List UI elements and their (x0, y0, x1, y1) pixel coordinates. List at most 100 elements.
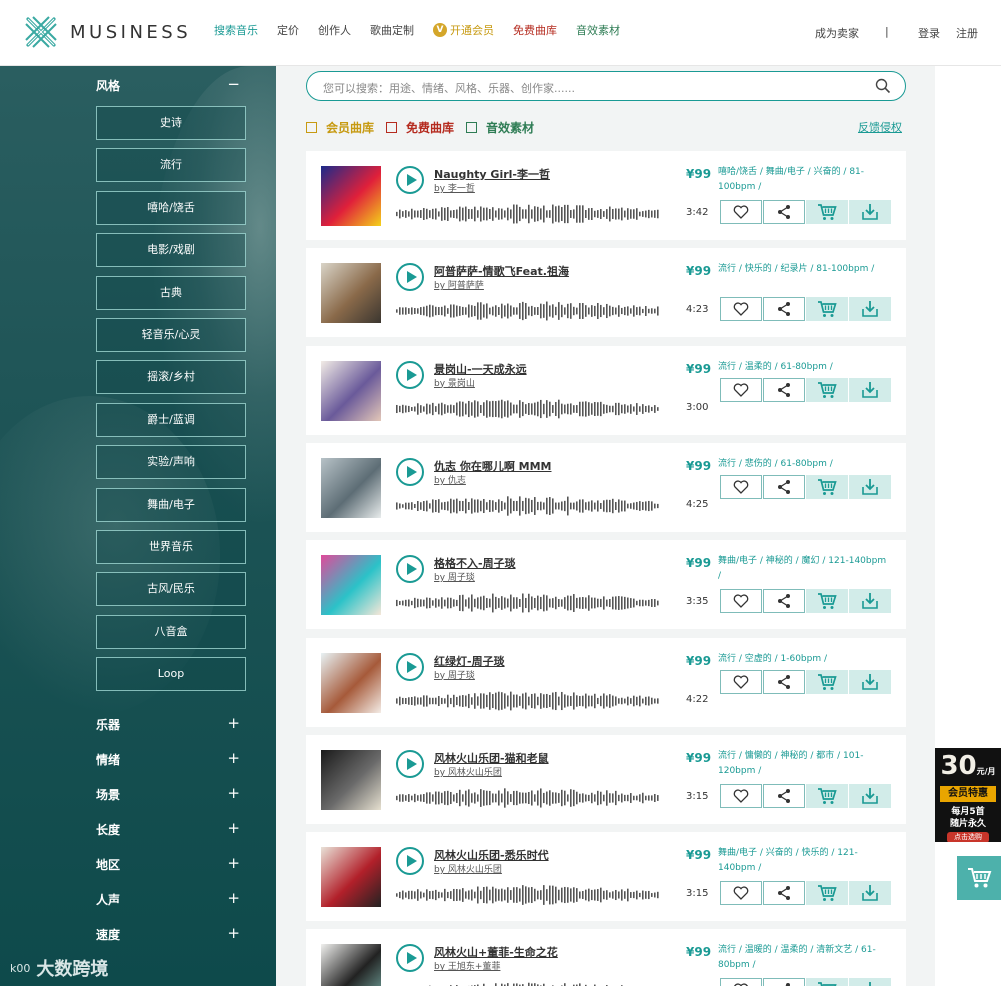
waveform[interactable] (396, 592, 661, 614)
share-button[interactable] (763, 978, 805, 986)
album-cover[interactable] (321, 944, 381, 986)
waveform[interactable] (396, 495, 661, 517)
favorite-button[interactable] (720, 978, 762, 986)
play-button-icon[interactable] (396, 944, 424, 973)
expand-icon[interactable]: + (227, 749, 240, 767)
favorite-button[interactable] (720, 589, 762, 614)
report-infringement-link[interactable]: 反馈侵权 (858, 119, 902, 135)
album-cover[interactable] (321, 652, 381, 713)
waveform[interactable] (396, 398, 661, 420)
album-cover[interactable] (321, 166, 381, 226)
track-card[interactable]: 仇志 你在哪儿啊 MMM by 仇志 4:25 ¥99 流行 / 悲伤的 / 61-80… (306, 442, 906, 532)
style-option-button[interactable]: 古典 (96, 275, 246, 310)
play-button-icon[interactable] (396, 360, 424, 389)
share-button[interactable] (763, 589, 805, 614)
play-button-icon[interactable] (396, 555, 424, 584)
share-button[interactable] (763, 200, 805, 224)
category-header[interactable]: 人声 + (96, 889, 246, 908)
category-header[interactable]: 长度 + (96, 819, 246, 838)
checkbox-icon[interactable] (466, 122, 478, 133)
add-to-cart-button[interactable] (806, 200, 848, 224)
checkbox-icon[interactable] (306, 122, 317, 133)
track-card[interactable]: 红绿灯-周子琰 by 周子琰 4:22 ¥99 流行 / 空虚的 / 1-60bpm / (306, 637, 906, 727)
nav-free-library[interactable]: 免费曲库 (513, 22, 557, 38)
waveform[interactable] (396, 300, 661, 322)
play-button-icon[interactable] (396, 749, 424, 778)
expand-icon[interactable]: + (227, 924, 240, 942)
track-title-link[interactable]: 阿普萨萨-情歌飞Feat.祖海 (434, 263, 569, 279)
category-header[interactable]: 场景 + (96, 784, 246, 803)
nav-membership[interactable]: V 开通会员 (433, 22, 494, 38)
waveform[interactable] (396, 203, 661, 225)
track-card[interactable]: 格格不入-周子琰 by 周子琰 3:35 ¥99 舞曲/电子 / 神秘的 / 魔幻 / … (306, 540, 906, 630)
share-button[interactable] (763, 297, 805, 322)
track-card[interactable]: 风林火山乐团-猫和老鼠 by 风林火山乐团 3:15 ¥99 流行 / 慵懒的 / 神秘… (306, 734, 906, 824)
become-seller-link[interactable]: 成为卖家 (815, 25, 859, 41)
favorite-button[interactable] (720, 377, 762, 402)
favorite-button[interactable] (720, 200, 762, 224)
download-button[interactable] (849, 589, 891, 614)
style-option-button[interactable]: 古风/民乐 (96, 572, 246, 607)
add-to-cart-button[interactable] (806, 881, 848, 906)
add-to-cart-button[interactable] (806, 474, 848, 499)
track-artist-link[interactable]: by 景岗山 (434, 376, 475, 389)
play-button-icon[interactable] (396, 652, 424, 681)
play-button-icon[interactable] (396, 457, 424, 486)
add-to-cart-button[interactable] (806, 377, 848, 402)
style-option-button[interactable]: 八音盒 (96, 614, 246, 649)
download-button[interactable] (849, 978, 891, 986)
track-artist-link[interactable]: by 王旭东+董菲 (434, 959, 500, 972)
filter-sound-effects[interactable]: 音效素材 (466, 119, 534, 136)
nav-creators[interactable]: 创作人 (318, 22, 351, 38)
share-button[interactable] (763, 881, 805, 906)
nav-custom-song[interactable]: 歌曲定制 (370, 22, 414, 38)
nav-pricing[interactable]: 定价 (277, 22, 299, 38)
nav-search-music[interactable]: 搜索音乐 (214, 22, 258, 38)
favorite-button[interactable] (720, 783, 762, 808)
download-button[interactable] (849, 474, 891, 499)
brand-logo[interactable]: MUSINESS (23, 14, 191, 50)
album-cover[interactable] (321, 360, 381, 421)
track-title-link[interactable]: 风林火山+董菲-生命之花 (434, 944, 558, 960)
add-to-cart-button[interactable] (806, 297, 848, 322)
style-option-button[interactable]: 摇滚/乡村 (96, 360, 246, 395)
track-artist-link[interactable]: by 周子琰 (434, 668, 475, 681)
expand-icon[interactable]: + (227, 854, 240, 872)
album-cover[interactable] (321, 847, 381, 908)
checkbox-icon[interactable] (386, 122, 398, 133)
add-to-cart-button[interactable] (806, 783, 848, 808)
track-card[interactable]: 阿普萨萨-情歌飞Feat.祖海 by 阿普萨萨 4:23 ¥99 流行 / 快乐的 / … (306, 248, 906, 338)
track-title-link[interactable]: 风林火山乐团-猫和老鼠 (434, 750, 549, 766)
track-card[interactable]: Naughty Girl-李一哲 by 李一哲 3:42 ¥99 嘻哈/饶舌 / 舞曲/… (306, 151, 906, 240)
style-option-button[interactable]: 世界音乐 (96, 530, 246, 564)
track-card[interactable]: 风林火山+董菲-生命之花 by 王旭东+董菲 ¥99 流行 / 温暖的 / 温柔的 /… (306, 929, 906, 986)
favorite-button[interactable] (720, 474, 762, 499)
style-option-button[interactable]: 流行 (96, 148, 246, 183)
floating-cart-button[interactable] (957, 856, 1001, 900)
filter-member-library[interactable]: 会员曲库 (306, 119, 374, 136)
favorite-button[interactable] (720, 881, 762, 906)
expand-icon[interactable]: + (227, 784, 240, 802)
download-button[interactable] (849, 297, 891, 322)
play-button-icon[interactable] (396, 263, 424, 292)
search-icon[interactable] (875, 78, 891, 94)
nav-sound-effects[interactable]: 音效素材 (576, 22, 620, 38)
style-option-button[interactable]: 舞曲/电子 (96, 487, 246, 522)
download-button[interactable] (849, 783, 891, 808)
style-option-button[interactable]: 爵士/蓝调 (96, 402, 246, 437)
download-button[interactable] (849, 881, 891, 906)
track-card[interactable]: 景岗山-一天成永远 by 景岗山 3:00 ¥99 流行 / 温柔的 / 61-80bp… (306, 345, 906, 435)
category-header[interactable]: 情绪 + (96, 749, 246, 768)
track-artist-link[interactable]: by 李一哲 (434, 181, 475, 194)
album-cover[interactable] (321, 457, 381, 518)
track-title-link[interactable]: 格格不入-周子琰 (434, 555, 516, 571)
waveform[interactable] (396, 884, 661, 906)
add-to-cart-button[interactable] (806, 978, 848, 986)
track-artist-link[interactable]: by 风林火山乐团 (434, 862, 502, 875)
album-cover[interactable] (321, 263, 381, 324)
track-title-link[interactable]: 风林火山乐团-悉乐时代 (434, 847, 549, 863)
track-card[interactable]: 风林火山乐团-悉乐时代 by 风林火山乐团 3:15 ¥99 舞曲/电子 / 兴奋的 /… (306, 832, 906, 922)
share-button[interactable] (763, 474, 805, 499)
share-button[interactable] (763, 377, 805, 402)
track-artist-link[interactable]: by 阿普萨萨 (434, 278, 484, 291)
